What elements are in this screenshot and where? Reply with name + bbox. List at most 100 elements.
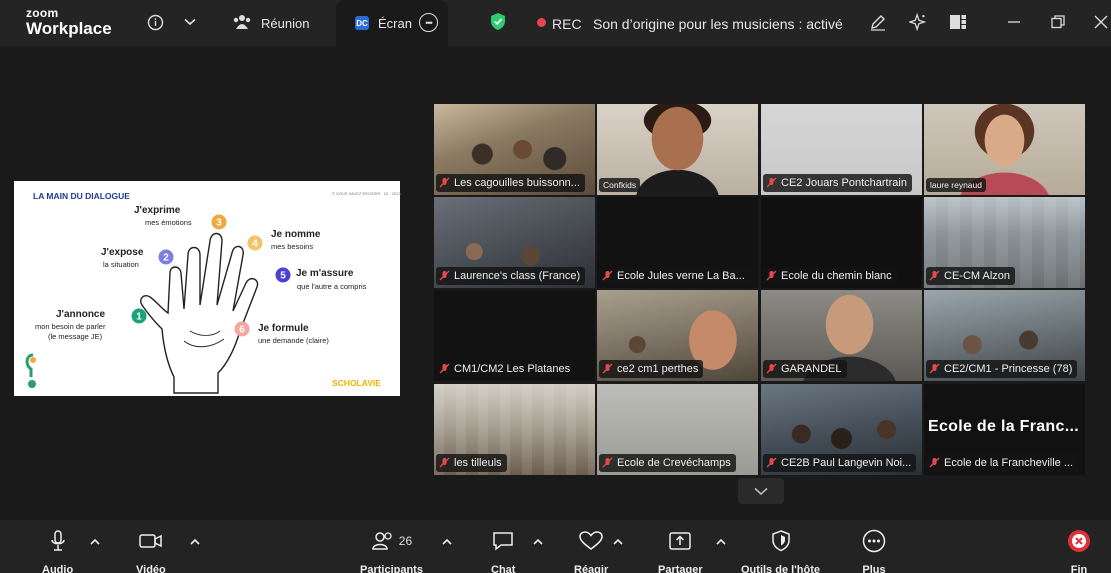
step-5-title: Je m'assure (296, 268, 354, 279)
video-tile-active-speaker[interactable]: laure reynaud (924, 104, 1085, 195)
participant-name: ce2 cm1 perthes (617, 363, 699, 375)
participant-name: Ecole du chemin blanc (781, 270, 892, 282)
video-options-caret-icon[interactable] (189, 536, 201, 548)
step-3-desc: mes émotions (145, 218, 192, 227)
camera-icon (139, 528, 163, 554)
tab-meeting[interactable]: Réunion (261, 16, 309, 31)
chevron-down-icon[interactable] (181, 13, 199, 31)
layout-view-icon[interactable] (949, 13, 967, 31)
video-tile[interactable]: Confkids (597, 104, 758, 195)
video-tile[interactable]: CE2B Paul Langevin Noi... (761, 384, 922, 475)
step-1-desc2: (le message JE) (48, 332, 103, 341)
video-tile[interactable]: Ecole de Crevéchamps (597, 384, 758, 475)
ai-sparkle-icon[interactable] (909, 12, 927, 32)
step-6-title: Je formule (258, 323, 309, 334)
zoom-logo: zoom Workplace (26, 7, 112, 37)
security-shield-icon[interactable] (490, 12, 506, 36)
participants-button[interactable]: 26 Participants (360, 528, 423, 573)
step-6-desc: une demande (claire) (258, 336, 329, 345)
video-tile[interactable]: Ecole du chemin blanc (761, 197, 922, 288)
participant-name-label: ce2 cm1 perthes (599, 360, 704, 378)
share-button[interactable]: Partager (658, 528, 703, 573)
brand-top: zoom (26, 6, 59, 20)
video-tile[interactable]: Ecole de la Franc... Ecole de la Franche… (924, 384, 1085, 475)
scholavie-logo: SCHOLAVIE (332, 378, 381, 388)
more-options-icon[interactable]: ••• (419, 13, 438, 32)
video-tile[interactable]: CE2/CM1 - Princesse (78) (924, 290, 1085, 381)
svg-text:5: 5 (280, 271, 286, 282)
video-tile[interactable]: ce2 cm1 perthes (597, 290, 758, 381)
minimize-icon[interactable] (1005, 13, 1023, 31)
recording-label[interactable]: REC (552, 16, 582, 32)
participant-name: CM1/CM2 Les Platanes (454, 363, 571, 375)
react-button[interactable]: Réagir (574, 528, 608, 573)
participant-name: Ecole Jules verne La Ba... (617, 270, 745, 282)
step-5-badge: 5 (275, 267, 291, 283)
info-icon[interactable] (146, 13, 164, 31)
muted-mic-icon (929, 363, 940, 374)
muted-mic-icon (439, 363, 450, 374)
host-tools-button[interactable]: Outils de l'hôte (741, 528, 820, 573)
video-tile[interactable]: CE-CM Alzon (924, 197, 1085, 288)
participants-options-caret-icon[interactable] (441, 536, 453, 548)
gallery-next-page-button[interactable] (738, 478, 784, 504)
participant-name: CE-CM Alzon (944, 270, 1011, 282)
audio-label: Audio (42, 564, 74, 573)
step-2-title: J'expose (101, 247, 144, 258)
tab-screen-label: Écran (378, 16, 412, 31)
participant-name-label: CE-CM Alzon (926, 267, 1016, 285)
microphone-icon (50, 528, 66, 554)
heart-icon (579, 528, 603, 554)
audio-options-caret-icon[interactable] (89, 536, 101, 548)
participant-name-label: CE2/CM1 - Princesse (78) (926, 360, 1078, 378)
chat-button[interactable]: Chat (491, 528, 515, 573)
end-meeting-button[interactable]: Fin (1067, 528, 1091, 573)
video-button[interactable]: Vidéo (136, 528, 166, 573)
video-tile[interactable]: GARANDEL (761, 290, 922, 381)
participants-label: Participants (360, 564, 423, 573)
share-options-caret-icon[interactable] (715, 536, 727, 548)
muted-mic-icon (766, 457, 777, 468)
svg-text:4: 4 (252, 239, 258, 250)
video-tile[interactable]: Laurence's class (France) (434, 197, 595, 288)
svg-text:2: 2 (163, 253, 169, 264)
participant-name: CE2 Jouars Pontchartrain (781, 177, 907, 189)
participant-name: Laurence's class (France) (454, 270, 581, 282)
restore-window-icon[interactable] (1049, 13, 1067, 31)
muted-mic-icon (766, 270, 777, 281)
mascot-icon (25, 353, 36, 388)
participant-name: Ecole de la Francheville ... (944, 457, 1074, 469)
participant-name-label: laure reynaud (926, 178, 986, 192)
chat-bubble-icon (492, 528, 514, 554)
video-tile[interactable]: les tilleuls (434, 384, 595, 475)
annotate-pen-icon[interactable] (869, 13, 887, 31)
video-tile[interactable]: CE2 Jouars Pontchartrain (761, 104, 922, 195)
step-6-badge: 6 (234, 321, 250, 337)
chevron-down-icon (754, 487, 768, 495)
meeting-people-icon (233, 13, 251, 31)
original-sound-status[interactable]: Son d’origine pour les musiciens : activ… (593, 16, 843, 32)
audio-button[interactable]: Audio (42, 528, 73, 573)
close-icon[interactable] (1092, 13, 1110, 31)
participants-icon: 26 (371, 528, 412, 554)
step-1-desc: mon besoin de parler (35, 322, 106, 331)
svg-text:1: 1 (136, 312, 142, 323)
participant-name-label: Les cagouilles buissonn... (436, 174, 585, 192)
video-tile[interactable]: CM1/CM2 Les Platanes (434, 290, 595, 381)
muted-mic-icon (602, 270, 613, 281)
video-tile[interactable]: Ecole Jules verne La Ba... (597, 197, 758, 288)
chat-options-caret-icon[interactable] (532, 536, 544, 548)
participant-name-label: Ecole de la Francheville ... (926, 454, 1079, 472)
video-tile[interactable]: Les cagouilles buissonn... (434, 104, 595, 195)
participant-name-label: CE2B Paul Langevin Noi... (763, 454, 917, 472)
svg-text:3: 3 (216, 218, 222, 229)
muted-mic-icon (439, 270, 450, 281)
end-x-icon (1067, 528, 1091, 554)
meeting-controls: Audio Vidéo 26 Participants Chat Réagir (0, 520, 1111, 573)
more-button[interactable]: Plus (862, 528, 886, 573)
step-1-title: J'annonce (56, 309, 106, 320)
step-1-badge: 1 (131, 308, 147, 324)
svg-text:6: 6 (239, 325, 245, 336)
react-options-caret-icon[interactable] (612, 536, 624, 548)
muted-mic-icon (439, 457, 450, 468)
